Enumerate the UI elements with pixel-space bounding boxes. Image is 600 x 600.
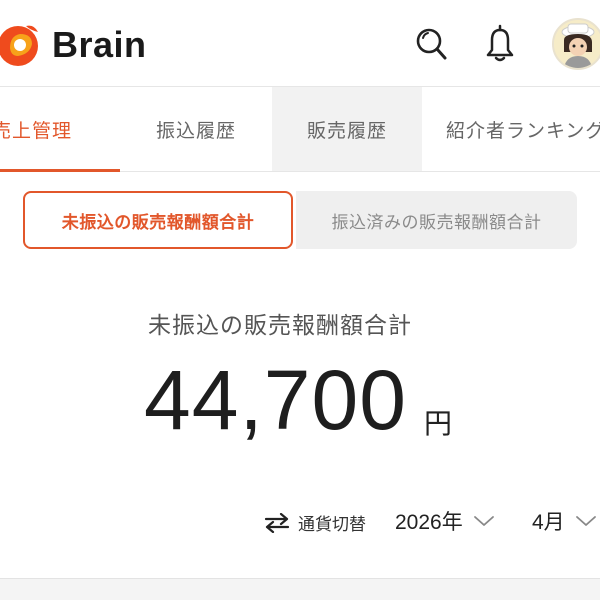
currency-unit: 円 [424, 407, 453, 440]
unpaid-total-toggle[interactable]: 未振込の販売報酬額合計 [23, 191, 293, 249]
tab-label: 売上管理 [0, 119, 73, 142]
chevron-down-icon [473, 516, 494, 526]
search-icon[interactable] [414, 24, 450, 64]
paid-total-toggle[interactable]: 振込済みの販売報酬額合計 [296, 191, 577, 249]
tab-label: 紹介者ランキング [446, 119, 600, 142]
year-value: 2026年 [395, 511, 463, 534]
total-label: 未振込の販売報酬額合計 [148, 313, 412, 339]
avatar-icon [554, 20, 600, 68]
month-select[interactable]: 4月 [532, 506, 597, 536]
tab-label: 振込履歴 [155, 119, 236, 142]
page: Brain 売上管理 振込履歴 販売履歴 紹介者ランキング 未振込の販売報酬額合… [0, 0, 600, 600]
user-avatar[interactable] [552, 18, 600, 70]
section-divider [0, 578, 600, 600]
brain-logo-icon [0, 25, 38, 66]
chevron-down-icon [575, 516, 596, 526]
month-value: 4月 [532, 511, 565, 534]
year-select[interactable]: 2026年 [395, 506, 495, 536]
main-tabs: 売上管理 振込履歴 販売履歴 紹介者ランキング [0, 86, 600, 172]
total-amount: 44,700 [144, 353, 407, 447]
app-header: Brain [0, 0, 600, 86]
unpaid-toggle-label: 未振込の販売報酬額合計 [61, 212, 255, 233]
brand-logo[interactable]: Brain [0, 20, 147, 70]
currency-switch-button[interactable]: 通貨切替 [298, 510, 366, 535]
tab-label: 販売履歴 [306, 119, 387, 142]
tab-referrer-ranking[interactable]: 紹介者ランキング [446, 87, 600, 171]
active-tab-indicator [0, 169, 120, 172]
tab-sales-management[interactable]: 売上管理 [0, 87, 120, 172]
brand-name: Brain [52, 24, 147, 65]
paid-toggle-label: 振込済みの販売報酬額合計 [331, 212, 542, 233]
bell-icon[interactable] [482, 24, 518, 64]
tab-transfer-history[interactable]: 振込履歴 [120, 87, 272, 171]
tab-sales-history[interactable]: 販売履歴 [272, 87, 422, 171]
currency-swap-icon[interactable] [262, 513, 292, 533]
